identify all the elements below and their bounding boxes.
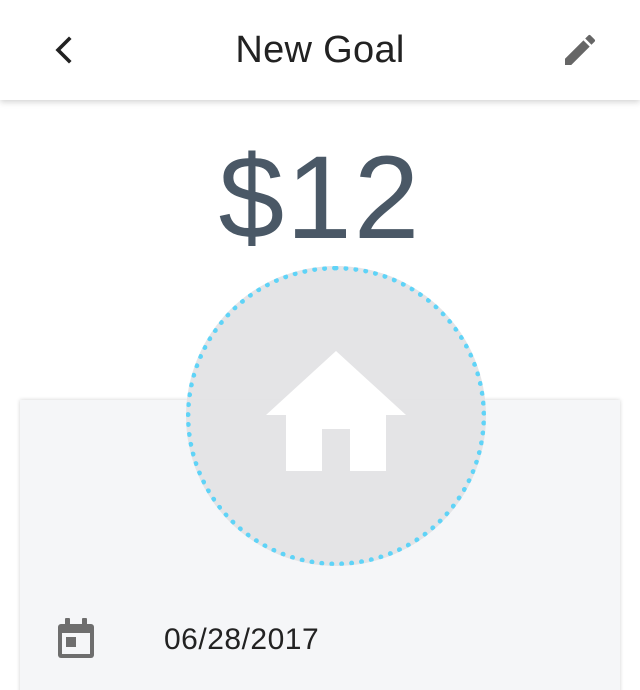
house-icon xyxy=(266,351,406,471)
edit-button[interactable] xyxy=(548,22,612,78)
goal-amount[interactable]: $12 xyxy=(0,128,640,268)
new-goal-screen: New Goal $12 06/28/2017 xyxy=(0,0,640,690)
page-title: New Goal xyxy=(235,29,405,71)
goal-icon-picker[interactable] xyxy=(186,266,486,566)
goal-date-row[interactable]: 06/28/2017 xyxy=(20,600,620,680)
goal-date: 06/28/2017 xyxy=(164,623,320,656)
calendar-icon xyxy=(58,618,94,658)
pencil-icon xyxy=(565,34,596,65)
app-bar: New Goal xyxy=(0,0,640,100)
